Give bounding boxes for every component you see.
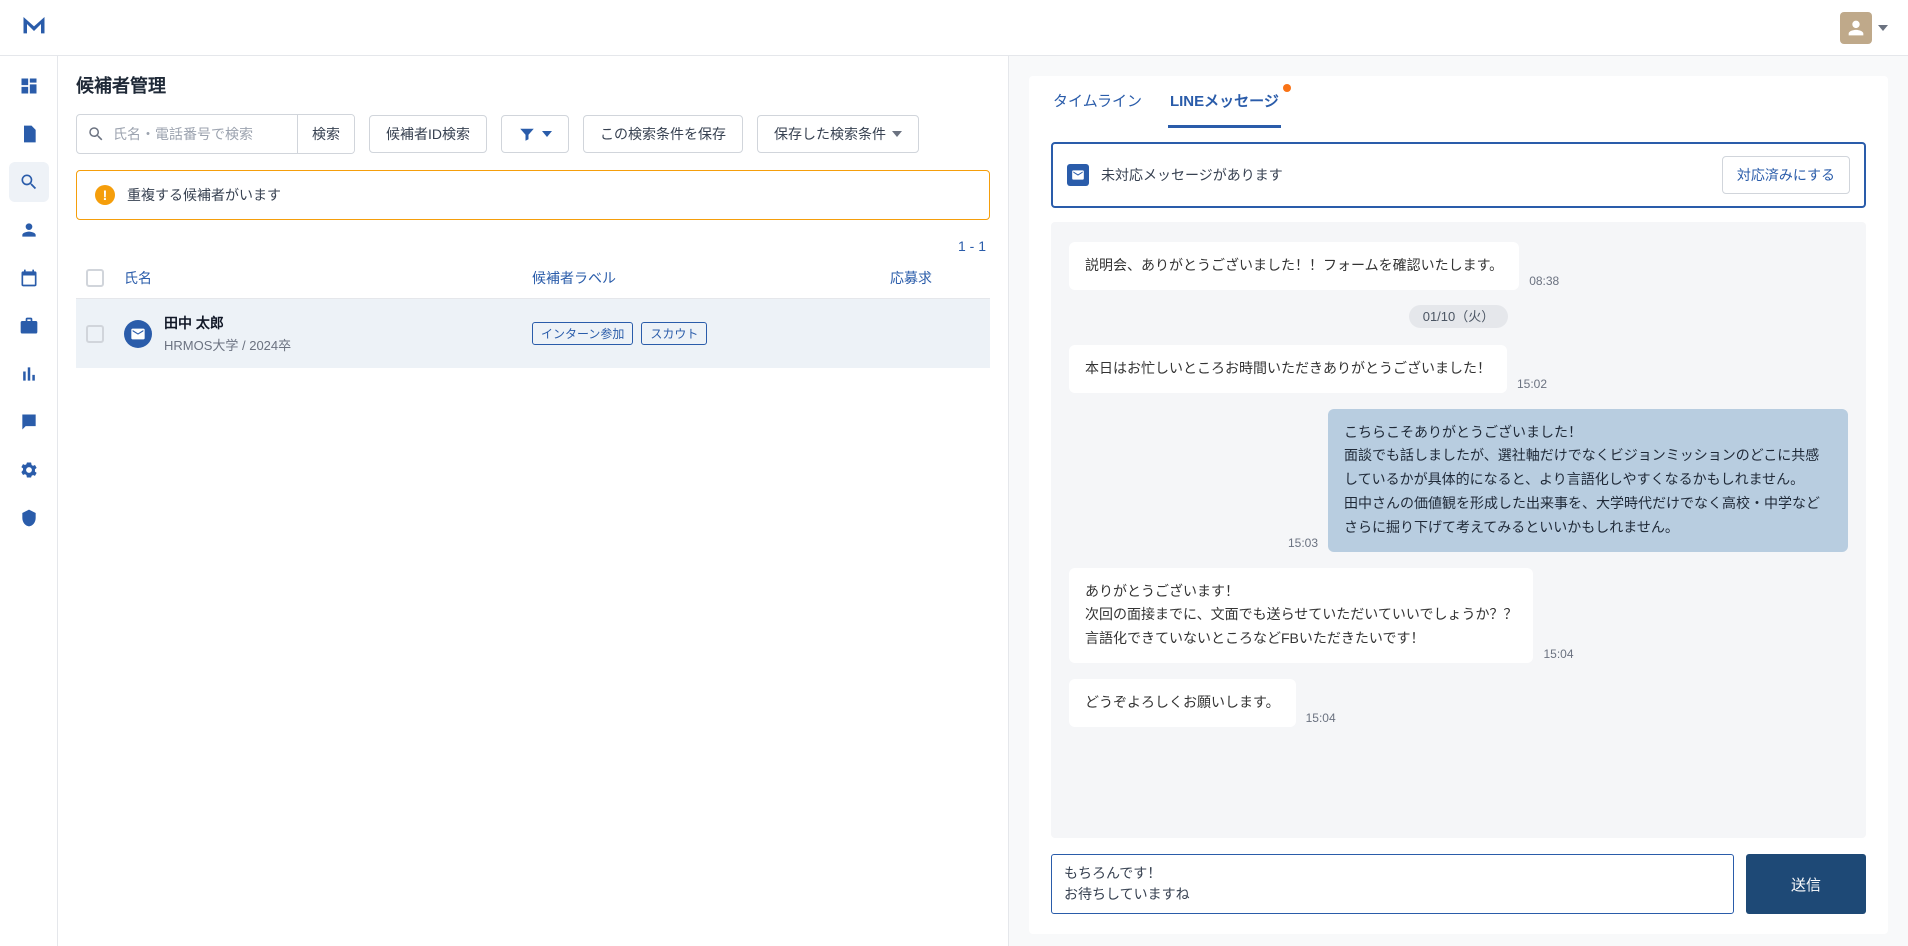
- sidebar-briefcase[interactable]: [9, 306, 49, 346]
- warning-icon: !: [95, 185, 115, 205]
- mark-handled-button[interactable]: 対応済みにする: [1722, 156, 1850, 194]
- sidebar-shield[interactable]: [9, 498, 49, 538]
- message-row: こちらこそありがとうございました！ 面談でも話しましたが、選社軸だけでなくビジョ…: [1069, 409, 1848, 552]
- message-row: ありがとうございます！ 次回の面接までに、文面でも送らせていただいていいでしょう…: [1069, 568, 1848, 663]
- topbar: [0, 0, 1908, 56]
- select-all-checkbox[interactable]: [86, 269, 104, 287]
- warning-text: 重複する候補者がいます: [127, 185, 281, 205]
- candidate-labels: インターン参加 スカウト: [532, 322, 872, 345]
- table-row[interactable]: 田中 太郎 HRMOS大学 / 2024卒 インターン参加 スカウト: [76, 299, 990, 368]
- col-label[interactable]: 候補者ラベル: [532, 268, 872, 288]
- message-bubble: どうぞよろしくお願いします。: [1069, 679, 1296, 727]
- message-time: 15:04: [1543, 647, 1573, 661]
- compose-row: もちろんです！ お待ちしていますね 送信: [1029, 838, 1888, 934]
- sidebar-calendar[interactable]: [9, 258, 49, 298]
- search-button[interactable]: 検索: [297, 115, 354, 153]
- id-search-button[interactable]: 候補者ID検索: [369, 115, 487, 153]
- saved-conditions-button[interactable]: 保存した検索条件: [757, 115, 919, 153]
- filter-icon: [518, 125, 536, 143]
- label-tag: インターン参加: [532, 322, 633, 345]
- compose-input[interactable]: もちろんです！ お待ちしていますね: [1051, 854, 1734, 914]
- alert-text: 未対応メッセージがあります: [1101, 165, 1283, 185]
- sidebar-person[interactable]: [9, 210, 49, 250]
- table-header: 氏名 候補者ラベル 応募求: [76, 258, 990, 299]
- unread-alert: 未対応メッセージがあります 対応済みにする: [1051, 142, 1866, 208]
- avatar: [1840, 12, 1872, 44]
- col-req[interactable]: 応募求: [890, 268, 980, 288]
- chat-area[interactable]: 説明会、ありがとうございました！！フォームを確認いたします。 08:38 01/…: [1051, 222, 1866, 838]
- message-row: 説明会、ありがとうございました！！フォームを確認いたします。 08:38: [1069, 242, 1848, 290]
- sidebar-document[interactable]: [9, 114, 49, 154]
- candidate-subtitle: HRMOS大学 / 2024卒: [164, 335, 291, 354]
- mail-icon: [1067, 164, 1089, 186]
- search-group: 氏名・電話番号で検索 検索: [76, 114, 355, 154]
- message-time: 08:38: [1529, 274, 1559, 288]
- date-divider: 01/10（火）: [1069, 306, 1848, 325]
- search-placeholder: 氏名・電話番号で検索: [113, 124, 253, 144]
- toolbar: 氏名・電話番号で検索 検索 候補者ID検索 この検索条件を保存 保存した検索条件: [76, 114, 990, 154]
- sidebar-settings[interactable]: [9, 450, 49, 490]
- tab-line-message[interactable]: LINEメッセージ: [1168, 76, 1281, 128]
- row-checkbox[interactable]: [86, 325, 104, 343]
- notification-dot: [1283, 84, 1291, 92]
- message-bubble: こちらこそありがとうございました！ 面談でも話しましたが、選社軸だけでなくビジョ…: [1328, 409, 1848, 552]
- search-icon: [87, 125, 105, 143]
- mail-icon: [124, 320, 152, 348]
- sidebar-analytics[interactable]: [9, 354, 49, 394]
- user-menu[interactable]: [1840, 12, 1888, 44]
- col-name[interactable]: 氏名: [124, 268, 514, 288]
- chat-card: タイムライン LINEメッセージ 未対応メッセージがあります 対応済みにする: [1029, 76, 1888, 934]
- message-row: どうぞよろしくお願いします。 15:04: [1069, 679, 1848, 727]
- message-bubble: 本日はお忙しいところお時間いただきありがとうございました！: [1069, 345, 1507, 393]
- message-time: 15:04: [1306, 711, 1336, 725]
- sidebar-report[interactable]: [9, 402, 49, 442]
- caret-down-icon: [892, 131, 902, 137]
- message-bubble: 説明会、ありがとうございました！！フォームを確認いたします。: [1069, 242, 1519, 290]
- label-tag: スカウト: [641, 322, 707, 345]
- caret-down-icon: [1878, 25, 1888, 31]
- search-input[interactable]: 氏名・電話番号で検索: [77, 115, 297, 153]
- right-panel: タイムライン LINEメッセージ 未対応メッセージがあります 対応済みにする: [1008, 56, 1908, 946]
- filter-button[interactable]: [501, 115, 569, 153]
- tab-timeline[interactable]: タイムライン: [1051, 76, 1144, 128]
- message-bubble: ありがとうございます！ 次回の面接までに、文面でも送らせていただいていいでしょう…: [1069, 568, 1533, 663]
- saved-conditions-label: 保存した検索条件: [774, 124, 886, 144]
- logo: [20, 10, 48, 45]
- caret-down-icon: [542, 131, 552, 137]
- result-count: 1 - 1: [76, 238, 990, 254]
- message-time: 15:03: [1288, 536, 1318, 550]
- save-condition-button[interactable]: この検索条件を保存: [583, 115, 743, 153]
- left-panel: 候補者管理 氏名・電話番号で検索 検索 候補者ID検索 この検索条: [58, 56, 1008, 946]
- page-title: 候補者管理: [76, 72, 990, 98]
- send-button[interactable]: 送信: [1746, 854, 1866, 914]
- candidate-name: 田中 太郎: [164, 313, 291, 333]
- tabs: タイムライン LINEメッセージ: [1029, 76, 1888, 128]
- message-row: 本日はお忙しいところお時間いただきありがとうございました！ 15:02: [1069, 345, 1848, 393]
- sidebar: [0, 56, 58, 946]
- sidebar-dashboard[interactable]: [9, 66, 49, 106]
- message-time: 15:02: [1517, 377, 1547, 391]
- warning-banner: ! 重複する候補者がいます: [76, 170, 990, 220]
- sidebar-search[interactable]: [9, 162, 49, 202]
